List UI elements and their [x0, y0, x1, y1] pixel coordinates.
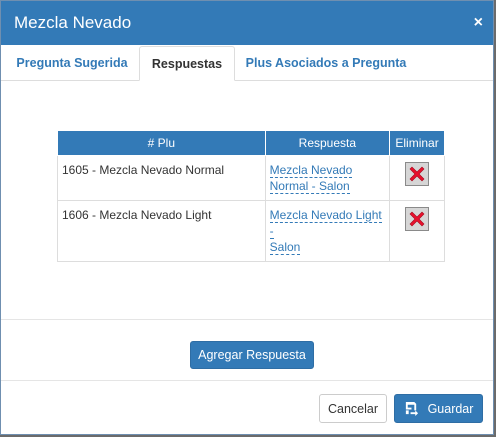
- modal-title: Mezcla Nevado: [14, 13, 132, 32]
- tab-pregunta-sugerida[interactable]: Pregunta Sugerida: [7, 46, 137, 80]
- divider: [1, 319, 493, 320]
- eliminar-cell: [389, 200, 445, 262]
- plu-cell: 1605 - Mezcla Nevado Normal: [57, 155, 266, 201]
- table-header-row: # Plu Respuesta Eliminar: [57, 130, 445, 156]
- column-header-plu: # Plu: [57, 130, 266, 156]
- eliminar-cell: [389, 155, 445, 201]
- tab-plus-asociados[interactable]: Plus Asociados a Pregunta: [238, 46, 414, 80]
- respuesta-link[interactable]: Mezcla Nevado Normal - Salon: [269, 163, 353, 194]
- delete-button[interactable]: [405, 162, 430, 186]
- red-x-icon: [409, 211, 425, 227]
- modal-dialog: Mezcla Nevado × Pregunta Sugerida Respue…: [0, 0, 494, 435]
- respuestas-table: # Plu Respuesta Eliminar 1605 - Mezcla N…: [57, 130, 445, 262]
- cancel-button[interactable]: Cancelar: [319, 394, 387, 423]
- column-header-eliminar: Eliminar: [389, 130, 445, 156]
- save-button[interactable]: Guardar: [394, 394, 483, 423]
- respuesta-cell: Mezcla Nevado Light - Salon: [264, 200, 391, 262]
- red-x-icon: [409, 166, 425, 182]
- tab-bar: Pregunta Sugerida Respuestas Plus Asocia…: [1, 46, 493, 81]
- modal-header: Mezcla Nevado ×: [1, 1, 493, 45]
- table-row: 1606 - Mezcla Nevado Light Mezcla Nevado…: [57, 200, 445, 262]
- footer-divider: [1, 380, 493, 381]
- close-icon[interactable]: ×: [474, 15, 483, 31]
- respuesta-link[interactable]: Mezcla Nevado Light - Salon: [269, 208, 382, 255]
- respuesta-cell: Mezcla Nevado Normal - Salon: [264, 155, 391, 201]
- save-icon: [405, 401, 418, 416]
- agregar-respuesta-button[interactable]: Agregar Respuesta: [190, 341, 314, 369]
- tab-respuestas[interactable]: Respuestas: [139, 46, 235, 81]
- plu-cell: 1606 - Mezcla Nevado Light: [57, 200, 266, 262]
- delete-button[interactable]: [405, 207, 430, 231]
- table-row: 1605 - Mezcla Nevado Normal Mezcla Nevad…: [57, 155, 445, 201]
- save-button-label: Guardar: [427, 401, 474, 416]
- column-header-respuesta: Respuesta: [264, 130, 391, 156]
